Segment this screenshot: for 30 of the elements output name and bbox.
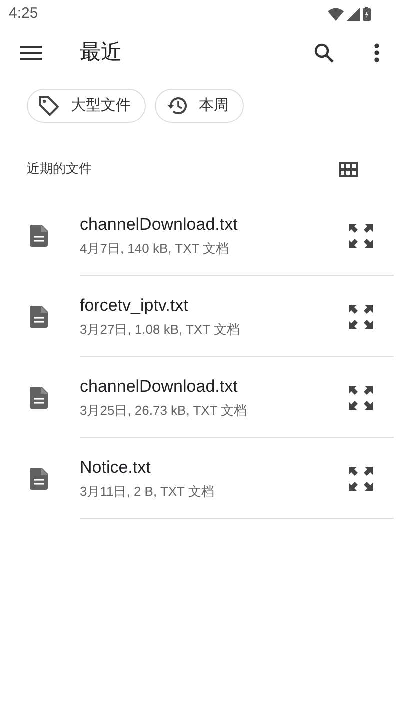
file-name[interactable]: channelDownload.txt bbox=[80, 376, 238, 398]
expand-icon[interactable] bbox=[348, 222, 374, 248]
section-heading: 近期的文件 bbox=[27, 160, 92, 178]
grid-view-icon[interactable] bbox=[339, 162, 358, 176]
file-details: 3月11日, 2 B, TXT 文档 bbox=[80, 482, 214, 500]
file-name[interactable]: channelDownload.txt bbox=[80, 214, 238, 236]
wifi-icon bbox=[328, 8, 344, 20]
file-details: 3月25日, 26.73 kB, TXT 文档 bbox=[80, 402, 248, 418]
document-icon bbox=[30, 306, 48, 328]
filter-chip[interactable]: 本周 bbox=[155, 89, 244, 123]
battery-icon bbox=[363, 7, 371, 21]
expand-icon[interactable] bbox=[348, 304, 374, 330]
document-icon bbox=[30, 386, 48, 408]
file-details: 3月27日, 1.08 kB, TXT 文档 bbox=[80, 320, 240, 338]
file-details: 4月7日, 140 kB, TXT 文档 bbox=[80, 240, 230, 256]
document-icon bbox=[30, 224, 48, 246]
history-icon bbox=[166, 96, 188, 116]
file-name[interactable]: Notice.txt bbox=[80, 456, 151, 478]
signal-icon bbox=[347, 8, 360, 20]
file-name[interactable]: forcetv_iptv.txt bbox=[80, 294, 188, 316]
filter-chip[interactable]: 大型文件 bbox=[27, 89, 146, 123]
status-time: 4:25 bbox=[9, 4, 38, 24]
search-icon[interactable] bbox=[314, 43, 334, 63]
menu-icon[interactable] bbox=[20, 45, 42, 61]
document-icon bbox=[30, 468, 48, 490]
expand-icon[interactable] bbox=[348, 466, 374, 492]
expand-icon[interactable] bbox=[348, 384, 374, 410]
screen-title: 最近 bbox=[80, 40, 122, 66]
tag-icon bbox=[38, 95, 60, 117]
more-options-icon[interactable] bbox=[374, 43, 380, 63]
